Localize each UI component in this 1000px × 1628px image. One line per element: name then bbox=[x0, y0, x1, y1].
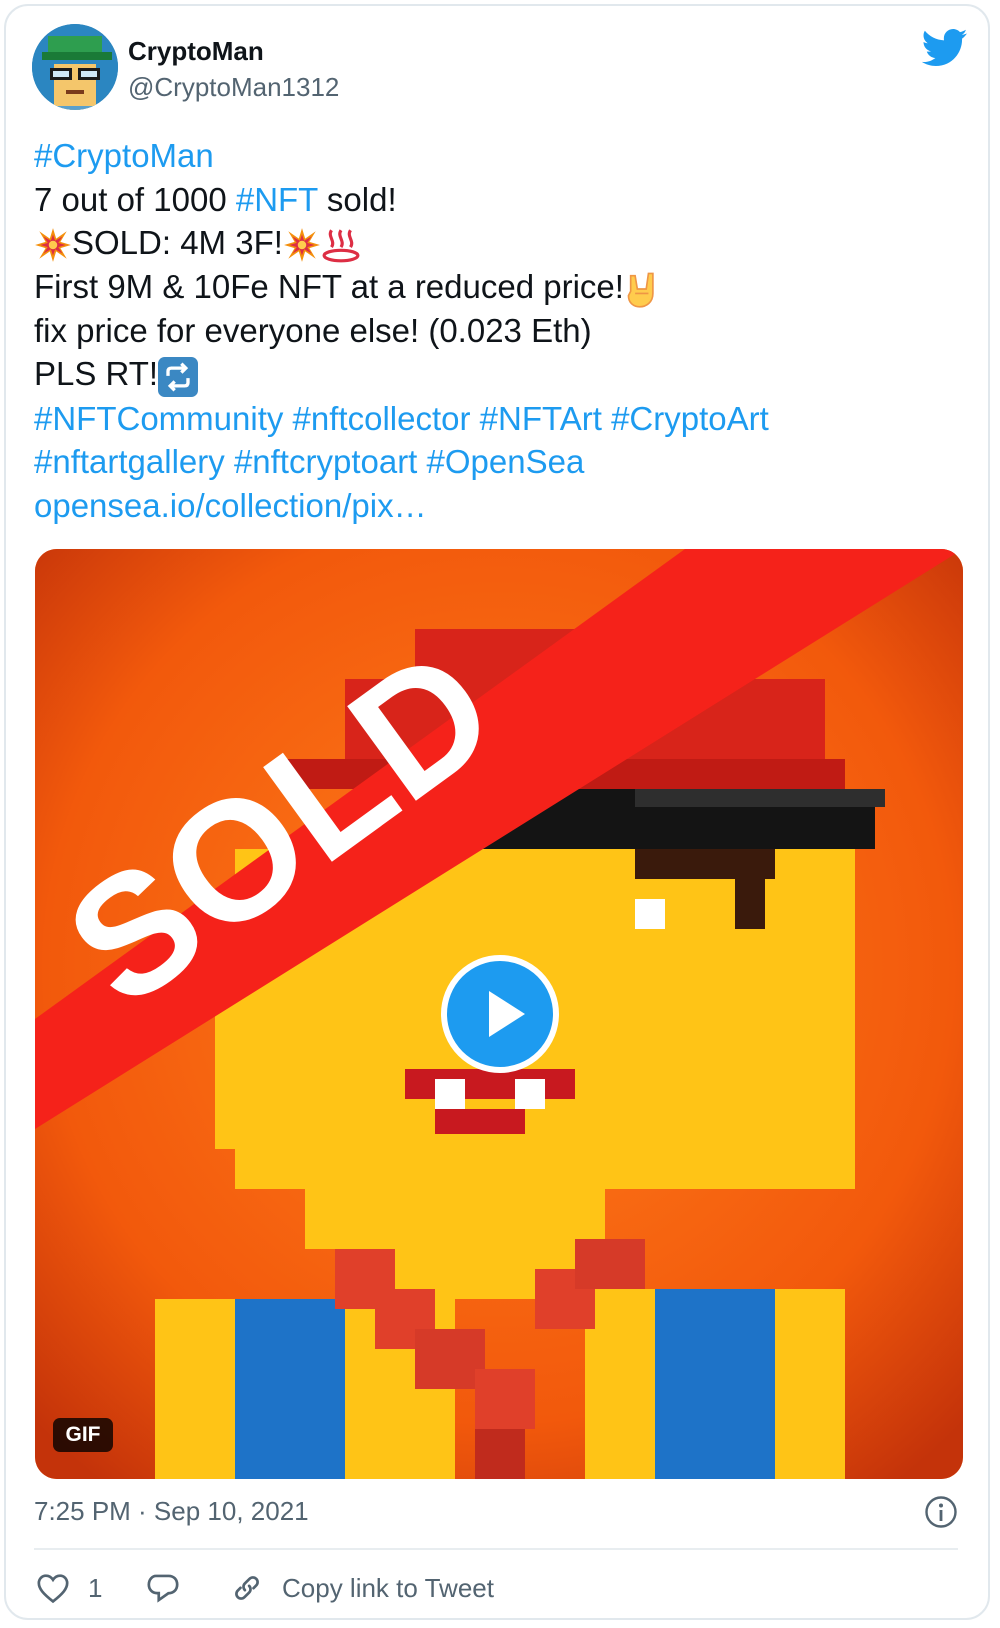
hashtag-link[interactable]: #OpenSea bbox=[427, 443, 585, 480]
url-link[interactable]: opensea.io/collection/pix… bbox=[34, 487, 427, 524]
tweet-text: #CryptoMan 7 out of 1000 #NFT sold! SOLD… bbox=[34, 134, 954, 527]
author-handle[interactable]: @CryptoMan1312 bbox=[128, 72, 339, 103]
hot-springs-emoji bbox=[322, 229, 360, 263]
like-button[interactable]: 1 bbox=[36, 1568, 102, 1608]
like-count: 1 bbox=[88, 1572, 103, 1603]
text-segment: fix price for everyone else! (0.023 Eth) bbox=[34, 311, 592, 349]
gif-badge: GIF bbox=[53, 1418, 113, 1452]
hashtag-link[interactable]: #NFTCommunity bbox=[34, 400, 283, 437]
repeat-emoji bbox=[158, 356, 199, 397]
text-segment: sold! bbox=[317, 180, 397, 218]
link-icon bbox=[235, 1576, 259, 1600]
hashtag-link[interactable]: #NFTArt bbox=[480, 400, 602, 437]
divider bbox=[34, 1548, 958, 1550]
timestamp[interactable]: 7:25 PM · Sep 10, 2021 bbox=[34, 1496, 309, 1527]
play-button[interactable] bbox=[441, 955, 559, 1073]
reply-icon bbox=[147, 1574, 179, 1603]
avatar-image bbox=[32, 24, 118, 110]
text-segment: PLS RT! bbox=[34, 355, 159, 393]
play-icon bbox=[489, 991, 525, 1037]
collision-emoji bbox=[283, 228, 320, 263]
reply-button[interactable] bbox=[146, 1568, 180, 1608]
collision-emoji bbox=[35, 228, 71, 263]
text-segment: SOLD: 4M 3F! bbox=[72, 224, 283, 261]
info-icon[interactable] bbox=[924, 1495, 958, 1529]
text-segment: First 9M & 10Fe NFT at a reduced price! bbox=[34, 267, 624, 305]
hashtag-link[interactable]: #nftartgallery bbox=[34, 443, 225, 480]
hashtag-link[interactable]: #nftcollector bbox=[293, 400, 471, 437]
heart-icon bbox=[37, 1574, 69, 1604]
hashtag-link[interactable]: #NFT bbox=[236, 181, 318, 218]
avatar[interactable] bbox=[32, 24, 118, 110]
copy-link-button[interactable]: Copy link to Tweet bbox=[230, 1568, 494, 1608]
hashtag-link[interactable]: #CryptoArt bbox=[611, 400, 769, 437]
twitter-bird-icon[interactable] bbox=[921, 28, 968, 68]
copy-link-label: Copy link to Tweet bbox=[282, 1572, 494, 1603]
hashtag-link[interactable]: #CryptoMan bbox=[34, 137, 214, 174]
sign-of-horns-emoji bbox=[627, 272, 654, 308]
text-segment: 7 out of 1000 bbox=[34, 180, 236, 218]
hashtag-link[interactable]: #nftcryptoart bbox=[234, 443, 417, 480]
author-name[interactable]: CryptoMan bbox=[128, 36, 264, 67]
